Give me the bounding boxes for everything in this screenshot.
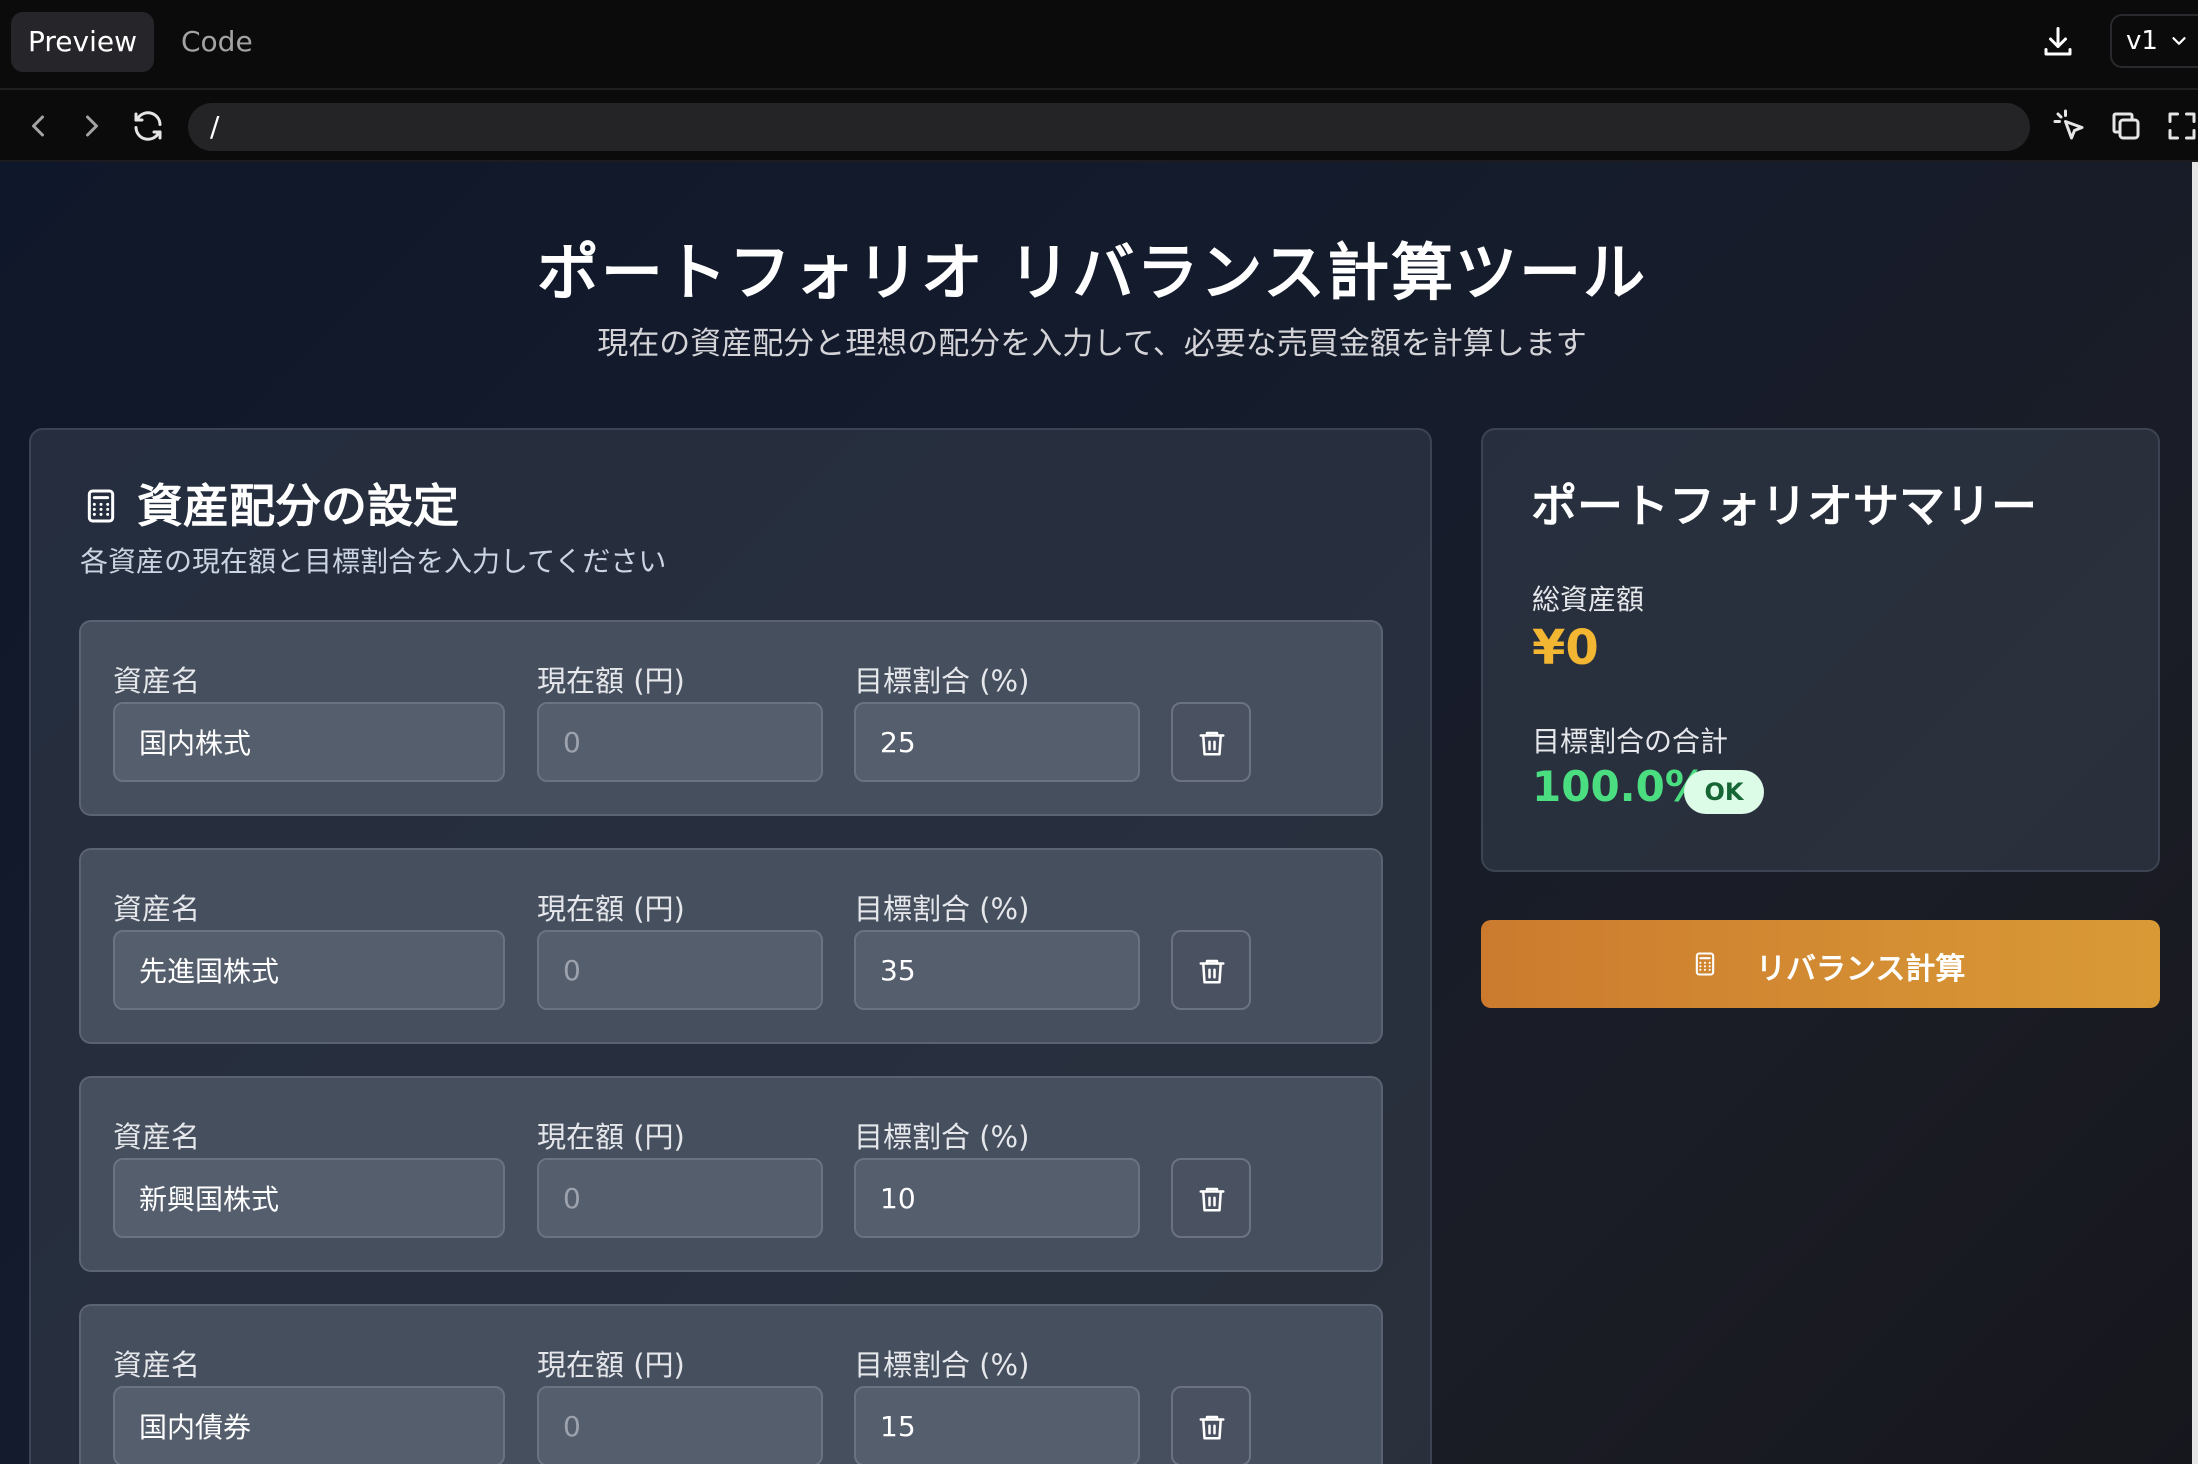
version-label: v1	[2126, 26, 2158, 56]
trash-icon	[1199, 731, 1225, 756]
target-input[interactable]	[854, 1386, 1140, 1464]
settings-description: 各資産の現在額と目標割合を入力してください	[80, 545, 667, 578]
amount-input[interactable]	[537, 702, 823, 782]
trash-icon	[1199, 1415, 1225, 1440]
element-picker-icon[interactable]	[2052, 108, 2088, 144]
target-sum-label: 目標割合の合計	[1532, 725, 1729, 758]
back-icon[interactable]	[20, 108, 56, 144]
fullscreen-icon[interactable]	[2164, 108, 2198, 144]
page-subtitle: 現在の資産配分と理想の配分を入力して、必要な売買金額を計算します	[597, 326, 1587, 362]
amount-label: 現在額 (円)	[537, 892, 685, 926]
amount-label: 現在額 (円)	[537, 1348, 685, 1382]
scrollbar[interactable]	[2192, 162, 2198, 1464]
asset-name-input[interactable]	[113, 702, 505, 782]
amount-label: 現在額 (円)	[537, 1120, 685, 1154]
settings-heading: 資産配分の設定	[137, 479, 459, 533]
version-select[interactable]: v1	[2110, 14, 2198, 68]
amount-input[interactable]	[537, 1386, 823, 1464]
rebalance-label: リバランス計算	[1756, 952, 1966, 987]
delete-button[interactable]	[1171, 930, 1251, 1010]
calculator-icon	[87, 489, 115, 523]
asset-name-input[interactable]	[113, 1386, 505, 1464]
copy-window-icon[interactable]	[2108, 108, 2144, 144]
browser-navbar: /	[0, 90, 2198, 162]
rebalance-button[interactable]: リバランス計算	[1481, 920, 2160, 1008]
url-bar[interactable]: /	[188, 103, 2030, 151]
target-label: 目標割合 (%)	[854, 1120, 1030, 1154]
target-input[interactable]	[854, 930, 1140, 1010]
tab-code[interactable]: Code	[164, 12, 270, 72]
delete-button[interactable]	[1171, 1158, 1251, 1238]
delete-button[interactable]	[1171, 702, 1251, 782]
asset-row: 資産名 現在額 (円) 目標割合 (%)	[79, 848, 1383, 1044]
asset-row: 資産名 現在額 (円) 目標割合 (%)	[79, 1304, 1383, 1464]
total-assets-value: ¥0	[1532, 620, 1599, 676]
calculator-icon	[1695, 952, 1715, 976]
allocation-settings-card: 資産配分の設定 各資産の現在額と目標割合を入力してください 資産名 現在額 (円…	[29, 428, 1432, 1464]
forward-icon[interactable]	[74, 108, 110, 144]
asset-row: 資産名 現在額 (円) 目標割合 (%)	[79, 620, 1383, 816]
portfolio-summary-card: ポートフォリオサマリー 総資産額 ¥0 目標割合の合計 100.0% OK	[1481, 428, 2160, 872]
target-input[interactable]	[854, 702, 1140, 782]
delete-button[interactable]	[1171, 1386, 1251, 1464]
chevron-down-icon	[2172, 37, 2186, 45]
asset-name-label: 資産名	[113, 892, 201, 926]
app-topbar: Preview Code v1	[0, 0, 2198, 90]
asset-name-label: 資産名	[113, 664, 201, 698]
asset-name-label: 資産名	[113, 1348, 201, 1382]
asset-name-input[interactable]	[113, 930, 505, 1010]
target-input[interactable]	[854, 1158, 1140, 1238]
preview-area: ポートフォリオ リバランス計算ツール 現在の資産配分と理想の配分を入力して、必要…	[0, 162, 2198, 1464]
target-sum-value: 100.0%	[1532, 762, 1707, 811]
tab-preview[interactable]: Preview	[11, 12, 154, 72]
total-assets-label: 総資産額	[1532, 583, 1645, 616]
asset-name-label: 資産名	[113, 1120, 201, 1154]
amount-input[interactable]	[537, 1158, 823, 1238]
page-title: ポートフォリオ リバランス計算ツール	[536, 236, 1648, 309]
amount-label: 現在額 (円)	[537, 664, 685, 698]
asset-name-input[interactable]	[113, 1158, 505, 1238]
amount-input[interactable]	[537, 930, 823, 1010]
trash-icon	[1199, 959, 1225, 984]
target-label: 目標割合 (%)	[854, 1348, 1030, 1382]
asset-row: 資産名 現在額 (円) 目標割合 (%)	[79, 1076, 1383, 1272]
trash-icon	[1199, 1187, 1225, 1212]
status-badge: OK	[1684, 770, 1764, 814]
reload-icon[interactable]	[130, 108, 166, 144]
download-icon[interactable]	[2040, 24, 2076, 60]
target-label: 目標割合 (%)	[854, 664, 1030, 698]
summary-heading: ポートフォリオサマリー	[1531, 479, 2037, 533]
target-label: 目標割合 (%)	[854, 892, 1030, 926]
